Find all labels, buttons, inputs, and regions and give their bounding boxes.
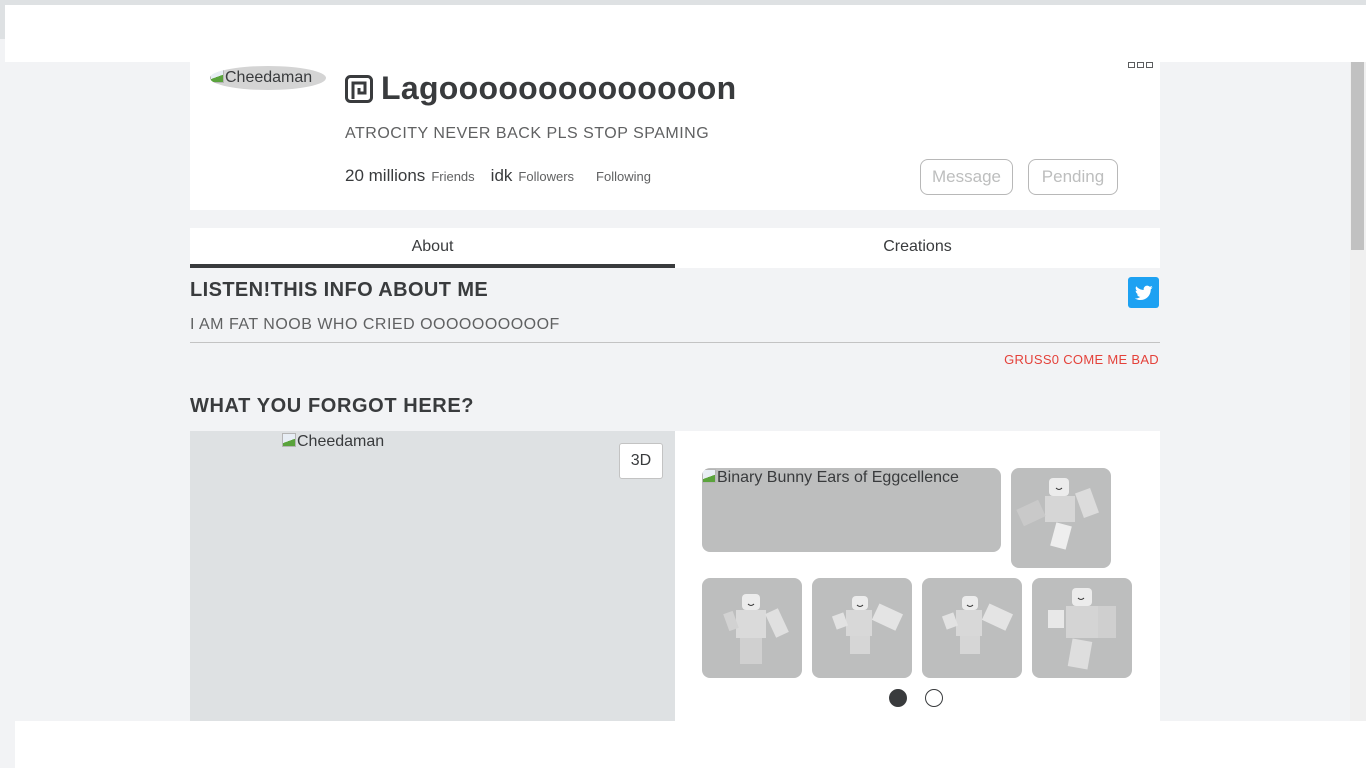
broken-image-icon <box>210 69 224 83</box>
toggle-3d-button[interactable]: 3D <box>619 443 663 479</box>
pager-dot-2[interactable] <box>925 689 943 707</box>
twitter-icon <box>1134 285 1153 300</box>
animation-thumbnail-icon <box>831 596 904 654</box>
username: Lagoooooooooooooon <box>381 70 737 106</box>
item-alt-text: Binary Bunny Ears of Eggcellence <box>717 469 959 486</box>
item-card[interactable] <box>702 578 802 678</box>
profile-tabs: About Creations <box>190 228 1160 268</box>
item-card[interactable] <box>1011 468 1111 568</box>
about-divider <box>190 342 1160 343</box>
item-card[interactable]: Binary Bunny Ears of Eggcellence <box>702 468 1001 552</box>
report-abuse-link[interactable]: GRUSS0 COME ME BAD <box>1004 352 1159 367</box>
following-label[interactable]: Following <box>596 169 651 184</box>
animation-thumbnail-icon <box>723 594 789 664</box>
premium-badge-icon <box>345 74 373 103</box>
more-options-icon[interactable] <box>1128 62 1153 68</box>
wearing-items-panel: Binary Bunny Ears of Eggcellence <box>675 431 1160 721</box>
profile-status: ATROCITY NEVER BACK PLS STOP SPAMING <box>345 125 710 142</box>
username-row: Lagoooooooooooooon <box>345 70 737 107</box>
currently-wearing-title: WHAT YOU FORGOT HERE? <box>190 395 475 417</box>
friends-count[interactable]: 20 millions <box>345 166 425 186</box>
twitter-share-button[interactable] <box>1128 277 1159 308</box>
tab-about[interactable]: About <box>190 228 675 268</box>
avatar[interactable]: Cheedaman <box>210 66 326 90</box>
avatar-viewer: Cheedaman 3D <box>190 431 675 721</box>
avatar-full-image: Cheedaman <box>282 433 384 451</box>
friends-label[interactable]: Friends <box>431 169 474 184</box>
item-card[interactable] <box>922 578 1022 678</box>
page-scrollbar[interactable] <box>1350 62 1366 721</box>
bottom-overlay-bar <box>15 721 1366 768</box>
animation-thumbnail-icon <box>1048 588 1116 670</box>
animation-thumbnail-icon <box>1016 478 1099 550</box>
item-card[interactable] <box>1032 578 1132 678</box>
scrollbar-thumb[interactable] <box>1351 62 1364 250</box>
message-button[interactable]: Message <box>920 159 1013 195</box>
profile-header: Cheedaman Lagoooooooooooooon ATROCITY NE… <box>190 62 1160 210</box>
profile-stats: 20 millions Friends idk Followers Follow… <box>345 166 667 186</box>
broken-image-icon <box>282 433 296 447</box>
pending-button[interactable]: Pending <box>1028 159 1118 195</box>
avatar-alt-text: Cheedaman <box>225 69 313 86</box>
pager-dot-1[interactable] <box>889 689 907 707</box>
animation-thumbnail-icon <box>941 596 1014 654</box>
about-description: I AM FAT NOOB WHO CRIED OOOOOOOOOOF <box>190 316 560 333</box>
top-navigation-bar <box>5 5 1366 62</box>
tab-creations[interactable]: Creations <box>675 228 1160 268</box>
items-pager <box>889 689 943 707</box>
broken-image-icon <box>702 469 716 483</box>
followers-label[interactable]: Followers <box>518 169 574 184</box>
item-card[interactable] <box>812 578 912 678</box>
about-title: LISTEN!THIS INFO ABOUT ME <box>190 279 489 301</box>
followers-count[interactable]: idk <box>491 166 513 186</box>
